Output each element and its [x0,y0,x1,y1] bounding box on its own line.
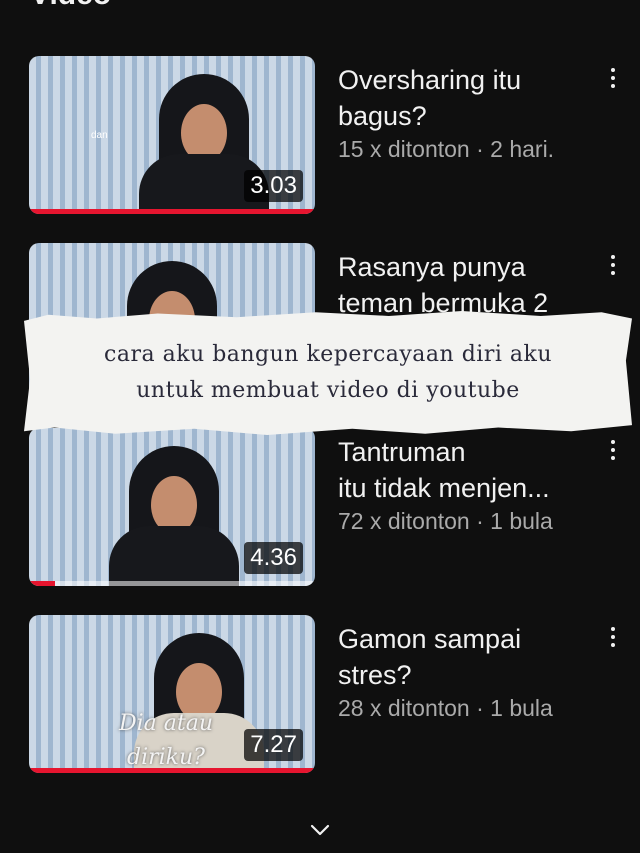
video-title-line: stres? [338,660,412,690]
video-title-line: bagus? [338,101,427,131]
video-thumbnail[interactable]: dan 3.03 [29,56,315,214]
video-item[interactable]: dan 3.03 Oversharing itu bagus? 15 x dit… [0,56,640,216]
video-meta: 28 x ditonton · 1 bula [338,695,553,721]
video-title[interactable]: Oversharing itu bagus? [338,62,600,134]
duration-badge: 7.27 [244,729,303,761]
video-title-line: Rasanya punya [338,252,526,282]
more-vert-icon[interactable] [603,432,623,468]
video-item[interactable]: 4.36 Tantruman itu tidak menjen... 72 x … [0,428,640,588]
video-thumbnail[interactable]: Dia atau diriku? 7.27 [29,615,315,773]
duration-badge: 3.03 [244,170,303,202]
video-title-line: Oversharing itu [338,65,522,95]
more-vert-icon[interactable] [603,619,623,655]
video-title[interactable]: Tantruman itu tidak menjen... [338,434,600,506]
caption-line: untuk membuat video di youtube [136,378,520,403]
video-thumbnail[interactable]: 4.36 [29,428,315,586]
video-meta: 72 x ditonton · 1 bula [338,508,553,534]
video-title[interactable]: Gamon sampai stres? [338,621,600,693]
video-item[interactable]: Dia atau diriku? 7.27 Gamon sampai stres… [0,615,640,775]
thumbnail-caption: diriku? [127,745,205,770]
duration-badge: 4.36 [244,542,303,574]
video-meta: 15 x ditonton · 2 hari. [338,136,555,162]
video-title[interactable]: Rasanya punya teman bermuka 2 [338,249,600,321]
watch-progress-bar [29,581,55,586]
more-vert-icon[interactable] [603,247,623,283]
video-title-line: Tantruman [338,437,466,467]
watch-progress-bar [29,209,315,214]
thumbnail-caption: dan [91,130,108,141]
thumbnail-person [109,446,239,586]
caption-line: cara aku bangun kepercayaan diri aku [104,342,552,367]
thumbnail-caption: Dia atau [119,711,214,736]
watch-progress-bar [29,768,315,773]
video-title-line: Gamon sampai [338,624,522,654]
caption-overlay: cara aku bangun kepercayaan diri aku unt… [24,311,632,435]
more-vert-icon[interactable] [603,60,623,96]
video-title-line: itu tidak menjen... [338,473,550,503]
section-title: Video [30,0,111,12]
chevron-down-icon[interactable] [306,816,334,844]
